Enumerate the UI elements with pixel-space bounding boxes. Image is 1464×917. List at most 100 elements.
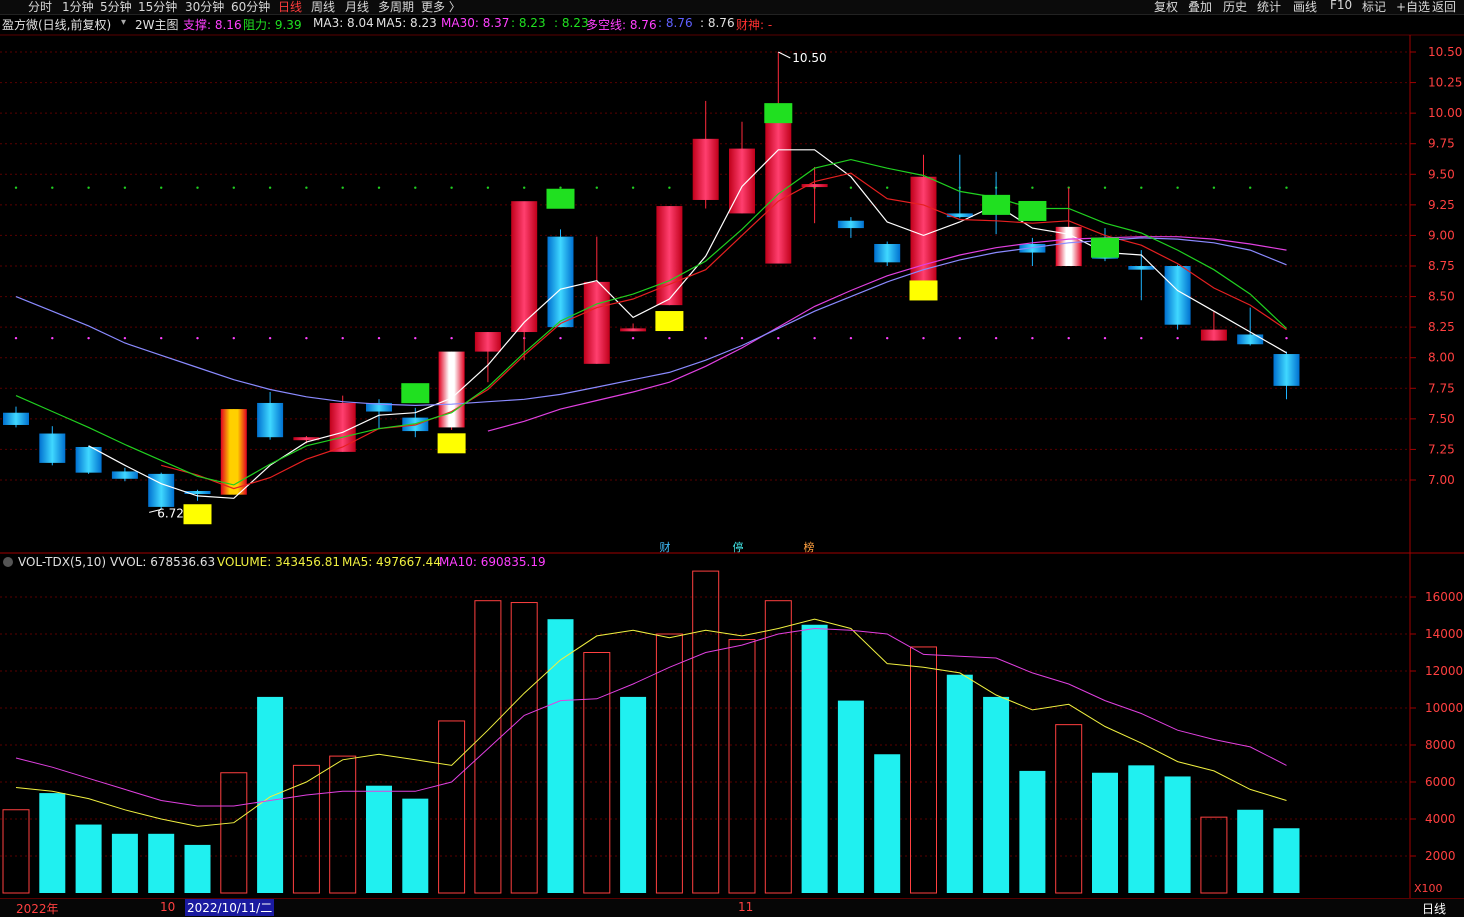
support-dot [305, 336, 308, 340]
volume-bar [655, 633, 683, 894]
resist-dot [268, 186, 272, 189]
main-tick-label: 7.00 [1428, 473, 1455, 487]
support-dot [1140, 336, 1143, 340]
support-dot [341, 336, 344, 340]
volume-bar [510, 602, 538, 894]
volume-bar [438, 720, 466, 894]
event-label-2: 榜 [804, 540, 815, 554]
vol-tick-label: 10000 [1425, 701, 1463, 715]
support-dot [1031, 336, 1034, 340]
candle-body [220, 409, 247, 495]
volume-bar [837, 700, 864, 893]
event-label-1: 停 [733, 540, 744, 554]
vol-legend-ma5: MA5: 497667.44 [342, 555, 441, 569]
main-tick-label: 9.75 [1428, 137, 1455, 151]
vol-legend-vvol: VVOL: 678536.63 [110, 555, 215, 569]
resist-dot [1103, 186, 1107, 189]
vol-tick-label: 4000 [1425, 812, 1456, 826]
vol-tick-label: 8000 [1425, 738, 1456, 752]
signal-box [764, 103, 793, 124]
volume-bar [292, 764, 320, 894]
support-dot [196, 336, 199, 340]
support-dot [777, 336, 780, 340]
vol-tick-label: 2000 [1425, 849, 1456, 863]
year-label: 2022年 [16, 902, 59, 916]
support-dot [232, 336, 235, 340]
support-dot [51, 336, 54, 340]
vol-legend-name: VOL-TDX(5,10) [18, 555, 106, 569]
resist-dot [1249, 186, 1252, 189]
volume-bar [257, 696, 284, 893]
main-tick-label: 8.75 [1428, 259, 1455, 273]
vol-unit-label: X100 [1414, 882, 1443, 895]
vol-settings-icon [3, 557, 13, 567]
candle-body [1237, 334, 1264, 345]
volume-bar [220, 772, 248, 894]
volume-bar [692, 570, 720, 894]
main-tick-label: 10.50 [1428, 45, 1462, 59]
support-dot [414, 336, 417, 340]
resist-dot [668, 186, 671, 189]
volume-bar [1092, 772, 1118, 893]
resist-dot [160, 186, 163, 189]
support-dot [14, 336, 18, 340]
support-dot [87, 336, 90, 340]
volume-bar [946, 674, 973, 893]
candle-body [511, 201, 538, 333]
candle-body [3, 412, 29, 425]
volume-bar [329, 755, 357, 894]
main-tick-label: 8.50 [1428, 290, 1455, 304]
candle-body [692, 138, 719, 200]
volume-bar [402, 798, 429, 893]
signal-box [183, 504, 212, 525]
volume-bar [583, 652, 611, 894]
resist-dot [486, 186, 490, 189]
resist-dot [1140, 186, 1143, 189]
candle-body [1128, 266, 1155, 270]
main-tick-label: 9.25 [1428, 198, 1455, 212]
main-tick-label: 7.75 [1428, 381, 1455, 395]
high-marker-line [778, 51, 791, 59]
high-marker-label: 10.50 [792, 51, 826, 65]
volume-bar [1128, 765, 1155, 893]
resist-dot [14, 186, 18, 189]
volume-bar [1237, 809, 1264, 893]
support-dot [450, 336, 453, 340]
vol-tick-label: 14000 [1425, 627, 1463, 641]
resist-dot [559, 186, 562, 189]
candle-body [111, 471, 138, 479]
vol-tick-label: 16000 [1425, 590, 1463, 604]
volume-bar [39, 793, 66, 893]
vol-tick-label: 6000 [1425, 775, 1456, 789]
vol-tick-label: 12000 [1425, 664, 1463, 678]
main-tick-label: 9.00 [1428, 228, 1455, 242]
main-tick-label: 7.25 [1428, 442, 1455, 456]
volume-bar [75, 824, 102, 893]
support-dot [631, 336, 635, 340]
support-dot [740, 336, 744, 340]
signal-box [982, 194, 1011, 215]
support-dot [922, 336, 925, 340]
kline-chart[interactable]: 7.00 7.25 7.50 7.75 8.00 8.25 8.50 8.75 9.00 9.25… [0, 0, 1464, 916]
resist-dot [305, 186, 308, 189]
support-dot [559, 336, 562, 340]
month-10-label: 10 [160, 900, 176, 914]
support-dot [704, 336, 707, 340]
cursor-date: 2022/10/11/二 [185, 899, 275, 916]
period-label[interactable]: 日线 [1422, 900, 1446, 917]
resist-dot [341, 186, 344, 189]
candle-body [656, 206, 683, 306]
support-dot [123, 336, 127, 340]
signal-box [546, 188, 575, 209]
resist-dot [1285, 186, 1288, 189]
support-dot [1103, 336, 1107, 340]
candle-body [620, 328, 647, 332]
volume-bar [474, 600, 502, 894]
candle-body [39, 433, 66, 463]
volume-bar [764, 600, 792, 894]
resist-dot [196, 186, 199, 189]
resist-dot [595, 186, 598, 189]
line-green [15, 158, 1287, 486]
candle-body [874, 243, 901, 263]
candle-body [837, 220, 864, 229]
